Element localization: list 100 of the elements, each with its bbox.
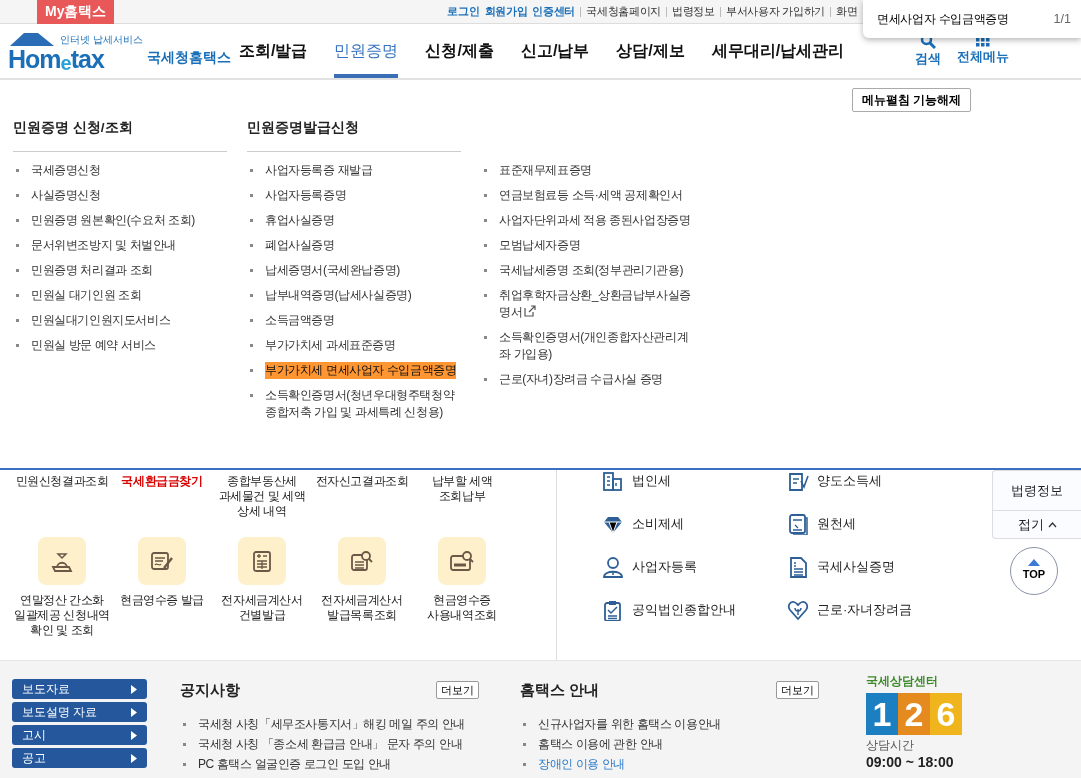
phone-digit: 2 bbox=[898, 693, 930, 735]
tax-link[interactable]: 공익법인종합안내 bbox=[632, 600, 736, 620]
logo-tagline: 인터넷 납세서비스 bbox=[60, 32, 143, 47]
menu-link[interactable]: 연금보험료등 소득·세액 공제확인서 bbox=[499, 187, 683, 204]
menu-link[interactable]: 폐업사실증명 bbox=[265, 237, 335, 254]
menu-link[interactable]: 표준재무제표증명 bbox=[499, 162, 592, 179]
service-label[interactable]: 전자세금계산서 발급목록조회 bbox=[312, 593, 412, 623]
menu-link[interactable]: 모범납세자증명 bbox=[499, 237, 581, 254]
caret-icon bbox=[1047, 521, 1057, 528]
hours-label: 상담시간 bbox=[866, 738, 915, 752]
board-title: 홈택스 안내 bbox=[520, 680, 600, 700]
top-link[interactable]: 국세청홈페이지 bbox=[586, 3, 662, 20]
notice-link[interactable]: 장애인 이용 안내 bbox=[538, 756, 626, 771]
service-tile[interactable] bbox=[438, 537, 486, 585]
top-link[interactable]: 회원가입 bbox=[484, 3, 528, 20]
press-link-button[interactable]: 보도자료 bbox=[12, 679, 147, 699]
menu-link[interactable]: 부가가치세 면세사업자 수입금액증명 bbox=[265, 362, 457, 379]
service-label[interactable]: 연말정산 간소화 일괄제공 신청내역 확인 및 조회 bbox=[12, 593, 112, 638]
menu-link[interactable]: 사업자등록증명 bbox=[265, 187, 347, 204]
menu-link[interactable]: 국세증명신청 bbox=[31, 162, 101, 179]
service-tile[interactable] bbox=[338, 537, 386, 585]
call-center-title: 국세상담센터 bbox=[866, 673, 939, 690]
nav-tab[interactable]: 세무대리/납세관리 bbox=[711, 24, 845, 78]
nav-tab[interactable]: 민원증명 bbox=[334, 24, 399, 78]
service-icon bbox=[449, 549, 475, 573]
phone-digit: 6 bbox=[930, 693, 962, 735]
menu-link[interactable]: 납세증명서(국세완납증명) bbox=[265, 262, 400, 279]
service-tile[interactable] bbox=[238, 537, 286, 585]
caret-icon bbox=[131, 753, 137, 763]
quick-link[interactable]: 납부할 세액 조회납부 bbox=[412, 474, 512, 504]
notice-link[interactable]: 국세청 사칭 「종소세 환급금 안내」 문자 주의 안내 bbox=[198, 736, 463, 751]
menu-link[interactable]: 민원증명 처리결과 조회 bbox=[31, 262, 153, 279]
menu-link[interactable]: 휴업사실증명 bbox=[265, 212, 335, 229]
menu-link[interactable]: 납부내역증명(납세사실증명) bbox=[265, 287, 412, 304]
external-link-icon bbox=[524, 305, 537, 317]
tax-link[interactable]: 소비제세 bbox=[632, 514, 684, 534]
quick-link[interactable]: 민원신청결과조회 bbox=[12, 474, 112, 489]
tax-link[interactable]: 근로·자녀장려금 bbox=[817, 600, 913, 620]
menu-link[interactable]: 민원실대기인원지도서비스 bbox=[31, 312, 171, 329]
tax-link[interactable]: 국세사실증명 bbox=[817, 557, 895, 577]
logo-wordmark[interactable]: Hom$_{e}$tax bbox=[8, 46, 143, 72]
hours-text: 09:00 ~ 18:00 bbox=[866, 753, 955, 772]
fold-link[interactable]: 접기 bbox=[1017, 514, 1044, 535]
menu-link[interactable]: 민원실 방문 예약 서비스 bbox=[31, 337, 156, 354]
side-link[interactable]: 법령정보 bbox=[1011, 483, 1063, 498]
menu-link[interactable]: 민원실 대기인원 조회 bbox=[31, 287, 142, 304]
top-link[interactable]: 로그인 bbox=[447, 3, 480, 20]
top-link[interactable]: 법령정보 bbox=[672, 3, 715, 20]
more-button[interactable]: 더보기 bbox=[776, 681, 819, 700]
nav-tab[interactable]: 신청/제출 bbox=[425, 24, 494, 78]
tool-label[interactable]: 전체메뉴 bbox=[957, 47, 1009, 67]
house-roof-icon bbox=[8, 30, 56, 47]
menu-link[interactable]: 소득금액증명 bbox=[265, 312, 335, 329]
menu-link[interactable]: 문서위변조방지 및 처벌안내 bbox=[31, 237, 177, 254]
quick-link[interactable]: 종합부동산세 과세물건 및 세액 상세 내역 bbox=[212, 474, 312, 519]
clipboard-icon bbox=[602, 599, 624, 621]
service-label[interactable]: 전자세금계산서 건별발급 bbox=[212, 593, 312, 623]
more-button[interactable]: 더보기 bbox=[436, 681, 479, 700]
tax-link[interactable]: 양도소득세 bbox=[817, 471, 882, 491]
menu-link[interactable]: 부가가치세 과세표준증명 bbox=[265, 337, 396, 354]
notice-link[interactable]: 신규사업자를 위한 홈택스 이용안내 bbox=[538, 716, 721, 731]
menu-toggle-button[interactable]: 메뉴펼침 기능해제 bbox=[851, 88, 971, 112]
menu-link[interactable]: 근로(자녀)장려금 수급사실 증명 bbox=[499, 371, 663, 388]
menu-link[interactable]: 소득확인증명서(청년우대형주택청약종합저축 가입 및 과세특례 신청용) bbox=[265, 387, 461, 421]
document-icon bbox=[787, 556, 809, 578]
menu-link[interactable]: 사실증명신청 bbox=[31, 187, 101, 204]
notice-link[interactable]: 국세청 사칭「세무조사통지서」해킹 메일 주의 안내 bbox=[198, 716, 465, 731]
top-button[interactable]: TOP bbox=[1010, 547, 1058, 595]
document-icon bbox=[787, 513, 809, 535]
service-label[interactable]: 현금영수증 발급 bbox=[112, 593, 212, 608]
nav-tab[interactable]: 조회/발급 bbox=[239, 24, 308, 78]
tax-link[interactable]: 원천세 bbox=[817, 514, 856, 534]
menu-link[interactable]: 소득확인증명서(개인종합자산관리계좌 가입용) bbox=[499, 329, 695, 363]
menu-link[interactable]: 민원증명 원본확인(수요처 조회) bbox=[31, 212, 195, 229]
menu-link[interactable]: 국세납세증명 조회(정부관리기관용) bbox=[499, 262, 684, 279]
menu-link[interactable]: 사업자등록증 재발급 bbox=[265, 162, 373, 179]
notice-link[interactable]: 홈택스 이용에 관한 안내 bbox=[538, 736, 663, 751]
top-link[interactable]: 부서사용자 가입하기 bbox=[725, 3, 825, 20]
nav-tab[interactable]: 상담/제보 bbox=[616, 24, 685, 78]
tax-link[interactable]: 법인세 bbox=[632, 471, 671, 491]
menu-link[interactable]: 사업자단위과세 적용 종된사업장증명 bbox=[499, 212, 691, 229]
tool-label[interactable]: 검색 bbox=[915, 49, 941, 69]
press-link-button[interactable]: 공고 bbox=[12, 748, 147, 768]
service-label[interactable]: 현금영수증 사용내역조회 bbox=[412, 593, 512, 623]
person-icon bbox=[602, 556, 624, 578]
service-tile[interactable] bbox=[138, 537, 186, 585]
logo-name[interactable]: 국세청홈택스 bbox=[146, 46, 231, 68]
up-arrow-icon bbox=[1028, 559, 1040, 567]
quick-link[interactable]: 전자신고결과조회 bbox=[312, 474, 412, 489]
nav-tab[interactable]: 신고/납부 bbox=[520, 24, 590, 78]
notice-link[interactable]: PC 홈택스 얼굴인증 로그인 도입 안내 bbox=[198, 756, 391, 771]
press-link-button[interactable]: 보도설명 자료 bbox=[12, 702, 147, 722]
quick-link[interactable]: 국세환급금찾기 bbox=[112, 474, 212, 489]
top-link[interactable]: 화면 bbox=[835, 3, 858, 20]
press-link-button[interactable]: 고시 bbox=[12, 725, 147, 745]
service-tile[interactable] bbox=[38, 537, 86, 585]
top-link[interactable]: 인증센터 bbox=[532, 3, 576, 20]
my-hometax-tab[interactable]: My홈택스 bbox=[37, 0, 115, 24]
menu-link[interactable]: 취업후학자금상환_상환금납부사실증명서 bbox=[499, 287, 695, 321]
tax-link[interactable]: 사업자등록 bbox=[632, 557, 697, 577]
